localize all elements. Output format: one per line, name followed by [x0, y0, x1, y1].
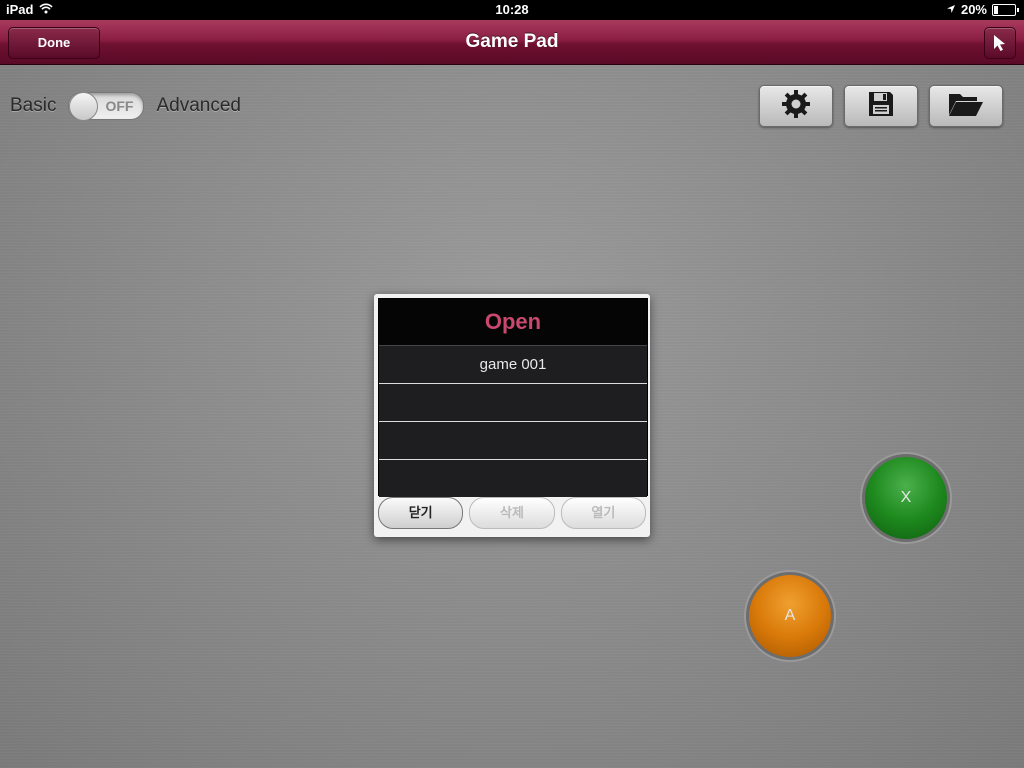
battery-percentage: 20%: [960, 2, 987, 17]
save-disk-icon: [866, 89, 896, 124]
file-list-item[interactable]: game 001: [379, 346, 647, 384]
dialog-title: Open: [379, 299, 647, 346]
close-button[interactable]: 닫기: [378, 497, 464, 529]
open-dialog: Open game 001 닫기 삭제 열기: [374, 294, 650, 537]
file-list-item[interactable]: [379, 384, 647, 422]
mode-switch[interactable]: OFF: [68, 92, 145, 121]
cursor-arrow-icon: [985, 35, 1015, 62]
file-list-item[interactable]: [379, 460, 647, 497]
x-button-label: X: [900, 489, 912, 506]
page-title: Game Pad: [465, 31, 559, 52]
switch-state-text: OFF: [105, 98, 134, 114]
status-bar: iPad 10:28 20%: [0, 0, 1024, 20]
x-button[interactable]: X: [862, 454, 950, 542]
folder-open-icon: [947, 89, 985, 124]
file-list-item[interactable]: [379, 422, 647, 460]
dialog-actions: 닫기 삭제 열기: [378, 497, 646, 529]
location-arrow-icon: [946, 2, 956, 17]
switch-knob: [69, 92, 99, 121]
a-button[interactable]: A: [746, 572, 834, 660]
gear-icon: [780, 88, 812, 125]
delete-button[interactable]: 삭제: [469, 497, 555, 529]
open-button[interactable]: 열기: [560, 497, 646, 529]
advanced-label: Advanced: [156, 95, 241, 116]
open-folder-button[interactable]: [929, 85, 1003, 127]
settings-button[interactable]: [759, 85, 833, 127]
file-list: Open game 001: [378, 298, 648, 497]
a-button-label: A: [784, 607, 796, 624]
navigation-bar: Done Game Pad: [0, 20, 1024, 65]
save-button[interactable]: [844, 85, 918, 127]
status-time: 10:28: [495, 2, 529, 17]
basic-label: Basic: [10, 95, 57, 116]
mode-toggle-row: Basic OFF Advanced: [10, 92, 241, 121]
battery-icon: [992, 3, 1019, 16]
pointer-mode-button[interactable]: [984, 27, 1016, 59]
